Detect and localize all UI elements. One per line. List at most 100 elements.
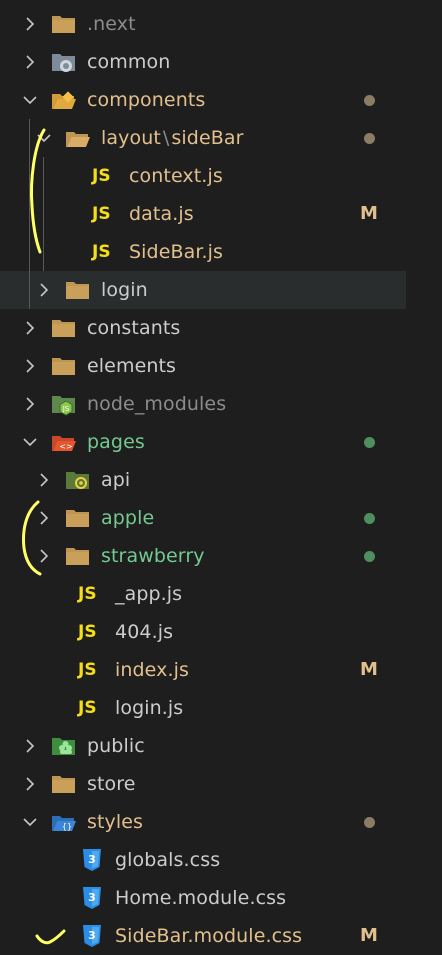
folder-item-common[interactable]: common [0,43,442,81]
file-item-globals-css[interactable]: 3 globals.css [0,841,442,879]
item-label: data.js [129,195,194,233]
annotation-bracket-layout [26,126,50,256]
compact-folder-separator: \ [162,127,170,149]
item-label: strawberry [101,537,205,575]
item-label-text: components [87,89,206,111]
folder-item--next[interactable]: .next [0,5,442,43]
file-item-404-js[interactable]: JS 404.js [0,613,442,651]
folder-item-store[interactable]: store [0,765,442,803]
file-item-home-module-css[interactable]: 3 Home.module.css [0,879,442,917]
folder-item-pages[interactable]: <> pages [0,423,442,461]
file-item-context-js[interactable]: JS context.js [0,157,442,195]
item-label-text: constants [87,317,181,339]
item-label: components [87,81,205,119]
file-item--app-js[interactable]: JS _app.js [0,575,442,613]
file-item-login-js[interactable]: JS login.js [0,689,442,727]
item-label: apple [101,499,154,537]
file-item-index-js[interactable]: JS index.js M [0,651,442,689]
chevron-right-icon[interactable] [36,282,52,298]
folder-icon [51,316,77,340]
api-folder-icon [65,468,91,492]
folder-item-public[interactable]: public [0,727,442,765]
item-label: store [87,765,136,803]
item-label: globals.css [115,841,220,879]
file-item-data-js[interactable]: JS data.js M [0,195,442,233]
item-label-text: store [87,773,136,795]
item-label-text: Home.module.css [115,887,287,909]
item-label: _app.js [115,575,182,613]
chevron-right-icon[interactable] [22,16,38,32]
item-label-text: common [87,51,171,73]
git-status-badge: M [360,203,378,224]
folder-item-apple[interactable]: apple [0,499,442,537]
item-label-text: login [101,279,148,301]
folder-item-api[interactable]: api [0,461,442,499]
item-label-text: SideBar.module.css [115,925,303,947]
folder-item-styles[interactable]: {} styles [0,803,442,841]
git-status-dot [364,513,375,524]
js-file-icon: JS [78,622,97,642]
chevron-right-icon[interactable] [22,396,38,412]
item-label: .next [87,5,136,43]
folder-item-elements[interactable]: elements [0,347,442,385]
item-label-text: 404.js [115,621,174,643]
chevron-right-icon[interactable] [22,738,38,754]
git-status-badge: M [360,659,378,680]
chevron-down-icon[interactable] [22,814,38,830]
folder-item-node-modules[interactable]: JS node_modules [0,385,442,423]
item-label-text: SideBar.js [129,241,224,263]
item-label-text: api [101,469,131,491]
chevron-right-icon[interactable] [22,320,38,336]
folder-item-login[interactable]: login [0,271,406,309]
git-status-dot [364,551,375,562]
next-folder-icon [51,12,77,36]
folder-item-constants[interactable]: constants [0,309,442,347]
annotation-check-sidebar-css [34,928,66,948]
js-file-icon: JS [78,698,97,718]
public-folder-icon [51,734,77,758]
js-file-icon: JS [92,204,111,224]
chevron-right-icon[interactable] [22,358,38,374]
file-item-sidebar-module-css[interactable]: 3 SideBar.module.css M [0,917,442,955]
item-label: public [87,727,145,765]
components-folder-icon [51,88,77,112]
annotation-bracket-pages [18,498,44,578]
item-label: Home.module.css [115,879,286,917]
chevron-right-icon[interactable] [36,472,52,488]
svg-text:{}: {} [62,822,72,831]
chevron-down-icon[interactable] [22,92,38,108]
chevron-down-icon[interactable] [22,434,38,450]
folder-item-layout[interactable]: layout \ sideBar [0,119,442,157]
item-label-text: _app.js [115,583,183,605]
svg-text:3: 3 [88,853,96,866]
folder-item-strawberry[interactable]: strawberry [0,537,442,575]
folder-open-icon [65,126,91,150]
item-label-text: .next [87,13,136,35]
item-label: elements [87,347,176,385]
item-label-text: login.js [115,697,184,719]
folder-icon [65,278,91,302]
css-file-icon: 3 [79,924,105,948]
folder-icon [51,772,77,796]
pages-folder-icon: <> [51,430,77,454]
chevron-right-icon[interactable] [22,54,38,70]
item-label: SideBar.js [129,233,223,271]
svg-text:3: 3 [88,891,96,904]
item-label-text: data.js [129,203,194,225]
git-status-dot [364,437,375,448]
file-item-sidebar-js[interactable]: JS SideBar.js [0,233,442,271]
item-label: index.js [115,651,189,689]
chevron-right-icon[interactable] [22,776,38,792]
svg-text:3: 3 [88,929,96,942]
item-label-text: styles [87,811,144,833]
item-label: 404.js [115,613,173,651]
item-label: api [101,461,130,499]
folder-item-components[interactable]: components [0,81,442,119]
item-label: styles [87,803,143,841]
item-label-text: elements [87,355,177,377]
git-status-dot [364,95,375,106]
js-file-icon: JS [78,584,97,604]
item-label-text: layout [101,127,161,149]
folder-icon [65,544,91,568]
git-status-badge: M [360,925,378,946]
